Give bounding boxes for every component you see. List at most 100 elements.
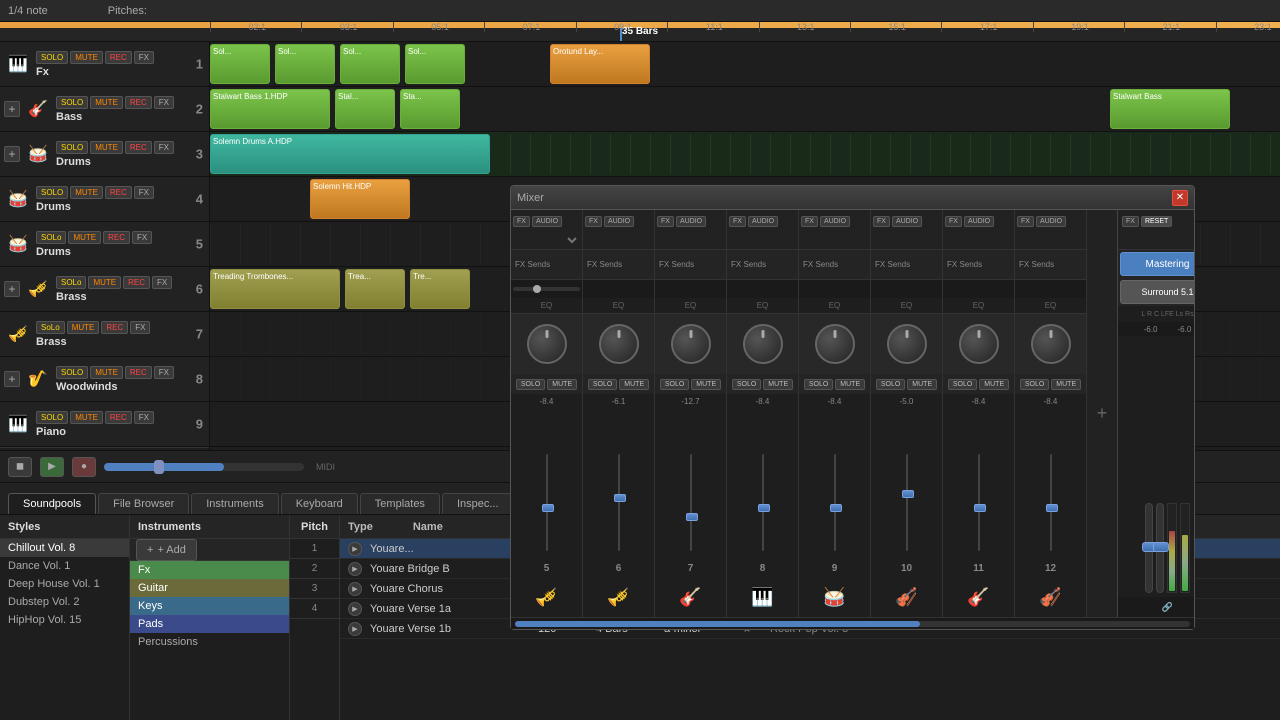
instrument-percussions[interactable]: Percussions xyxy=(130,633,289,651)
play-5[interactable]: ▶ xyxy=(348,622,362,636)
ch6-solo[interactable]: SOLO xyxy=(588,379,617,390)
ch5-fader-area[interactable] xyxy=(511,408,582,559)
tab-instruments[interactable]: Instruments xyxy=(191,493,278,514)
rec-btn-8[interactable]: REC xyxy=(125,366,152,379)
ch5-audio[interactable]: AUDIO xyxy=(532,216,562,227)
tab-keyboard[interactable]: Keyboard xyxy=(281,493,358,514)
ch7-audio[interactable]: AUDIO xyxy=(676,216,706,227)
ch10-knob[interactable] xyxy=(887,324,927,364)
ch9-knob[interactable] xyxy=(815,324,855,364)
ch6-fader[interactable] xyxy=(614,494,626,502)
play-4[interactable]: ▶ xyxy=(348,602,362,616)
tab-file-browser[interactable]: File Browser xyxy=(98,493,189,514)
ch9-solo[interactable]: SOLO xyxy=(804,379,833,390)
rec-btn-6[interactable]: REC xyxy=(123,276,150,289)
ch12-sends-slider[interactable] xyxy=(1015,280,1086,298)
rec-btn-3[interactable]: REC xyxy=(125,141,152,154)
add-instrument-btn[interactable]: + + Add xyxy=(136,539,197,561)
fx-btn-1[interactable]: FX xyxy=(134,51,154,64)
ch6-fader-area[interactable] xyxy=(583,408,654,559)
ch5-knob[interactable] xyxy=(527,324,567,364)
mixer-scrollbar[interactable] xyxy=(511,617,1194,629)
ch11-fader[interactable] xyxy=(974,504,986,512)
pitch-row-2[interactable]: 2 xyxy=(290,559,339,579)
clip-drums-3[interactable]: Solemn Drums A.HDP xyxy=(210,134,490,174)
style-dance[interactable]: Dance Vol. 1 xyxy=(0,557,129,575)
ch12-mute[interactable]: MUTE xyxy=(1051,379,1081,390)
pitch-row-1[interactable]: 1 xyxy=(290,539,339,559)
ch9-fader-area[interactable] xyxy=(799,408,870,559)
play-1[interactable]: ▶ xyxy=(348,542,362,556)
ch6-knob[interactable] xyxy=(599,324,639,364)
clip-brass-6-3[interactable]: Tre... xyxy=(410,269,470,309)
ch9-fader[interactable] xyxy=(830,504,842,512)
ch7-mute[interactable]: MUTE xyxy=(691,379,721,390)
ch12-fader[interactable] xyxy=(1046,504,1058,512)
ch8-fader-area[interactable] xyxy=(727,408,798,559)
rec-btn-4[interactable]: REC xyxy=(105,186,132,199)
fx-btn-6[interactable]: FX xyxy=(152,276,172,289)
ch11-eq-label[interactable]: EQ xyxy=(943,298,1014,314)
ch11-audio[interactable]: AUDIO xyxy=(964,216,994,227)
clip-fx-5[interactable]: Orotund Lay... xyxy=(550,44,650,84)
track-lane-2[interactable]: Stalwart Bass 1.HDP Stal... Sta... Stalw… xyxy=(210,87,1280,132)
clip-brass-6-2[interactable]: Trea... xyxy=(345,269,405,309)
ch12-solo[interactable]: SOLO xyxy=(1020,379,1049,390)
ch5-mute[interactable]: MUTE xyxy=(547,379,577,390)
ch5-send-knob[interactable] xyxy=(533,285,541,293)
ch11-solo[interactable]: SOLO xyxy=(948,379,977,390)
ch9-audio[interactable]: AUDIO xyxy=(820,216,850,227)
master-fx[interactable]: FX xyxy=(1122,216,1139,227)
solo-btn-1[interactable]: SOLO xyxy=(36,51,68,64)
solo-btn-6[interactable]: SOLo xyxy=(56,276,86,289)
ch9-sends-slider[interactable] xyxy=(799,280,870,298)
add-track-2[interactable]: + xyxy=(4,101,20,117)
play-2[interactable]: ▶ xyxy=(348,562,362,576)
master-reset[interactable]: RESET xyxy=(1141,216,1172,227)
mute-btn-3[interactable]: MUTE xyxy=(90,141,123,154)
ch10-sends-slider[interactable] xyxy=(871,280,942,298)
mute-btn-7[interactable]: MUTE xyxy=(67,321,100,334)
ch11-fx[interactable]: FX xyxy=(945,216,962,227)
solo-btn-9[interactable]: SOLO xyxy=(36,411,68,424)
ch9-fx[interactable]: FX xyxy=(801,216,818,227)
ch5-sends-slider[interactable] xyxy=(511,280,582,298)
ch6-fx[interactable]: FX xyxy=(585,216,602,227)
mute-btn-2[interactable]: MUTE xyxy=(90,96,123,109)
mute-btn-1[interactable]: MUTE xyxy=(70,51,103,64)
ch12-eq-label[interactable]: EQ xyxy=(1015,298,1086,314)
ch10-eq-label[interactable]: EQ xyxy=(871,298,942,314)
rec-btn-7[interactable]: REC xyxy=(101,321,128,334)
stop-btn[interactable]: ◼ xyxy=(8,457,32,477)
ch7-fader-area[interactable] xyxy=(655,408,726,559)
fx-btn-2[interactable]: FX xyxy=(154,96,174,109)
progress-bar[interactable] xyxy=(104,463,304,471)
ch8-knob[interactable] xyxy=(743,324,783,364)
mixer-scroll-thumb[interactable] xyxy=(515,621,920,627)
ch7-sends-slider[interactable] xyxy=(655,280,726,298)
fx-btn-8[interactable]: FX xyxy=(154,366,174,379)
instrument-fx[interactable]: Fx xyxy=(130,561,289,579)
clip-fx-2[interactable]: Sol... xyxy=(275,44,335,84)
add-channel-btn[interactable]: + xyxy=(1087,210,1117,617)
mixer-close-btn[interactable]: ✕ xyxy=(1172,190,1188,206)
mute-btn-6[interactable]: MUTE xyxy=(88,276,121,289)
pitch-row-4[interactable]: 4 xyxy=(290,599,339,619)
ch10-fader-area[interactable] xyxy=(871,408,942,559)
pitch-row-3[interactable]: 3 xyxy=(290,579,339,599)
play-3[interactable]: ▶ xyxy=(348,582,362,596)
rec-btn-2[interactable]: REC xyxy=(125,96,152,109)
add-track-3[interactable]: + xyxy=(4,146,20,162)
master-fader-r[interactable] xyxy=(1156,503,1164,593)
ch7-fx[interactable]: FX xyxy=(657,216,674,227)
ch11-fader-area[interactable] xyxy=(943,408,1014,559)
clip-bass-1[interactable]: Stalwart Bass 1.HDP xyxy=(210,89,330,129)
ch8-eq-label[interactable]: EQ xyxy=(727,298,798,314)
fx-btn-9[interactable]: FX xyxy=(134,411,154,424)
ch8-solo[interactable]: SOLO xyxy=(732,379,761,390)
solo-btn-2[interactable]: SOLO xyxy=(56,96,88,109)
clip-bass-4[interactable]: Stalwart Bass xyxy=(1110,89,1230,129)
ch11-dropdown[interactable] xyxy=(943,232,1014,250)
ch5-eq-label[interactable]: EQ xyxy=(511,298,582,314)
ch9-dropdown[interactable] xyxy=(799,232,870,250)
